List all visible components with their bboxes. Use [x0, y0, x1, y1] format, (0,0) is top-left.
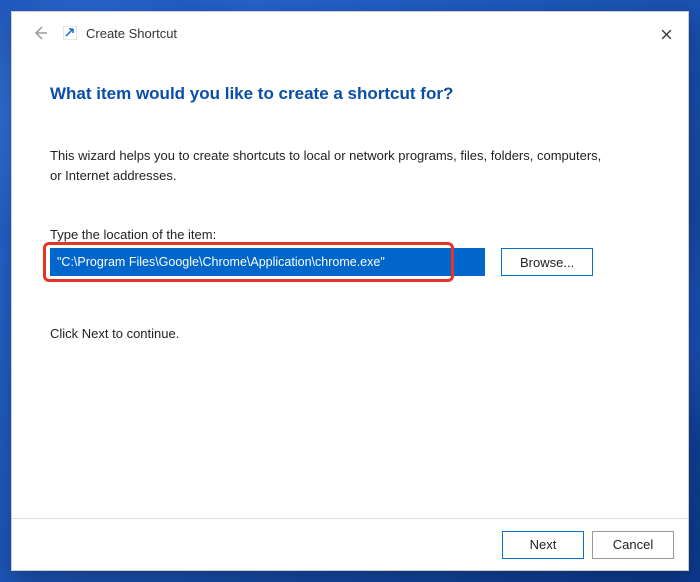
wizard-description: This wizard helps you to create shortcut… [50, 146, 610, 185]
shortcut-icon [62, 25, 78, 41]
browse-button[interactable]: Browse... [501, 248, 593, 276]
dialog-title: Create Shortcut [86, 26, 177, 41]
next-button[interactable]: Next [502, 531, 584, 559]
back-arrow-icon [32, 25, 48, 41]
cancel-button[interactable]: Cancel [592, 531, 674, 559]
dialog-footer: Next Cancel [12, 518, 688, 570]
location-row: Browse... [50, 248, 650, 276]
dialog-content: What item would you like to create a sho… [12, 54, 688, 518]
titlebar: Create Shortcut [12, 12, 688, 54]
close-button[interactable] [652, 20, 680, 48]
close-icon [661, 29, 672, 40]
continue-instruction: Click Next to continue. [50, 326, 650, 341]
back-button[interactable] [24, 17, 56, 49]
page-heading: What item would you like to create a sho… [50, 84, 650, 104]
location-input[interactable] [50, 248, 485, 276]
location-input-wrapper [50, 248, 485, 276]
create-shortcut-dialog: Create Shortcut What item would you like… [11, 11, 689, 571]
location-label: Type the location of the item: [50, 227, 650, 242]
